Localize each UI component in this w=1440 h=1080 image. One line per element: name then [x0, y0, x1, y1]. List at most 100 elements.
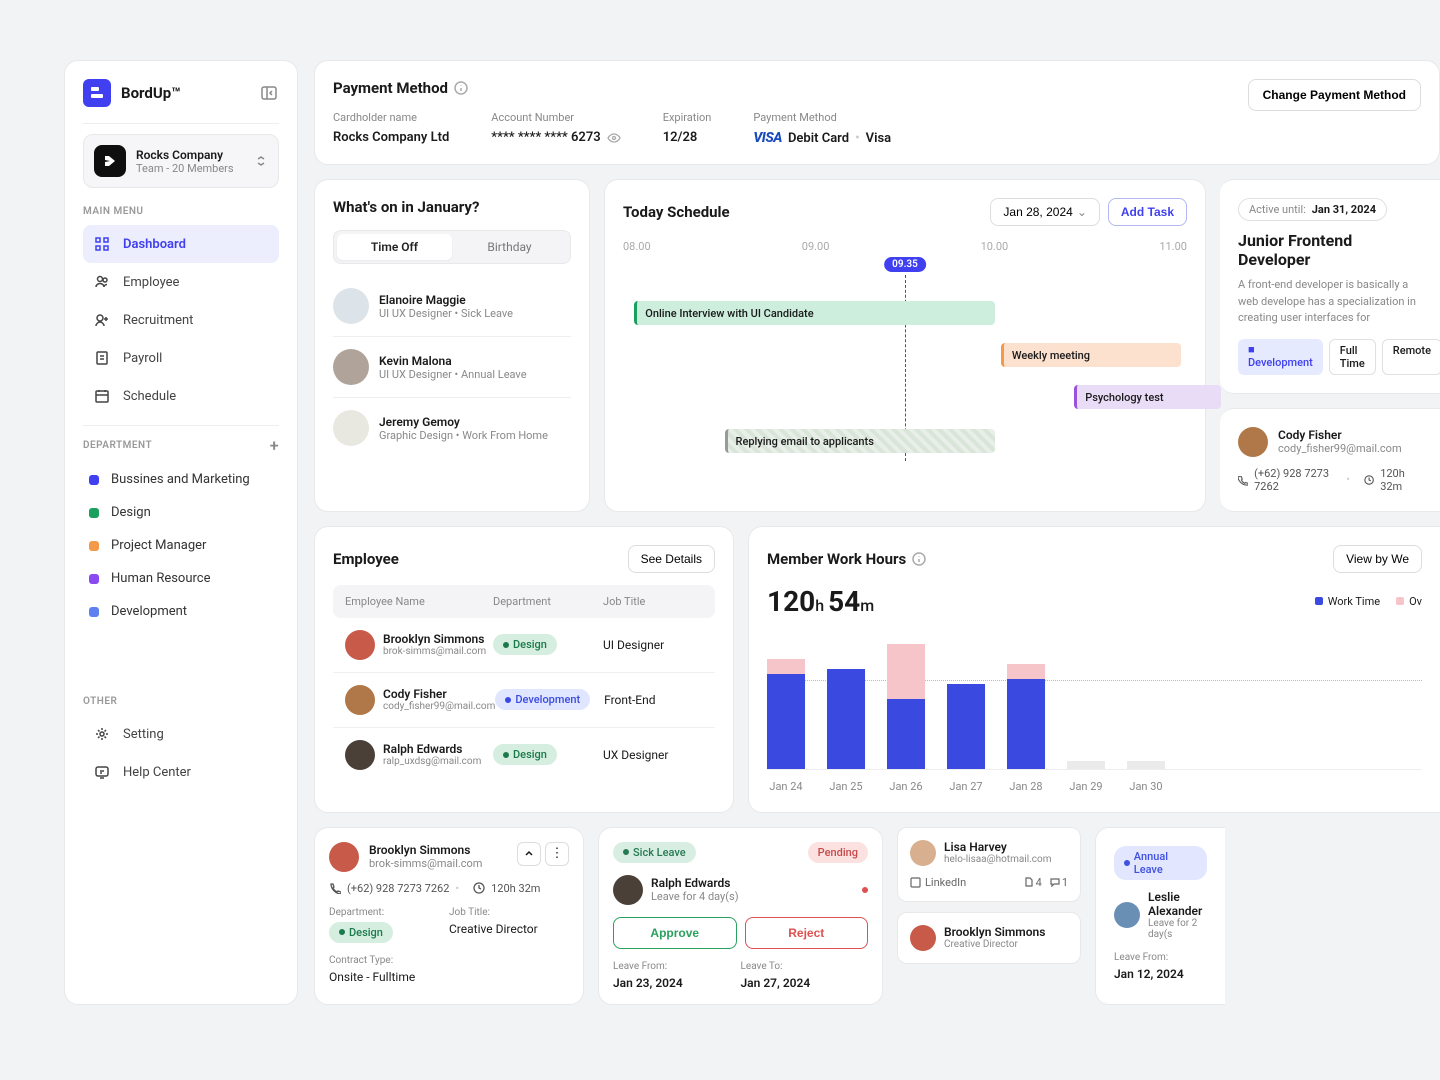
sidebar-collapse-icon[interactable]: [259, 83, 279, 103]
bar-work[interactable]: [887, 699, 925, 769]
bar-work[interactable]: [1007, 679, 1045, 769]
dept-dot: [89, 508, 99, 518]
more-button[interactable]: ⋮: [545, 842, 569, 866]
nav-schedule[interactable]: Schedule: [83, 377, 279, 415]
visa-icon: VISA: [753, 130, 782, 146]
active-until-pill: Active until:Jan 31, 2024: [1238, 198, 1387, 221]
legend-ot: Ov: [1409, 595, 1422, 608]
bar-overtime[interactable]: [767, 659, 805, 674]
schedule-title: Today Schedule: [623, 203, 730, 221]
sidebar: BordUp™ Rocks Company Team - 20 Members …: [64, 60, 298, 1005]
emp-name: Brooklyn Simmons: [383, 632, 486, 646]
job-title: UI Designer: [603, 638, 703, 652]
method-value: Debit Card: [788, 131, 849, 146]
chip-fulltime[interactable]: Full Time: [1329, 339, 1376, 375]
emp-email: brok-simms@mail.com: [383, 646, 486, 657]
person-row[interactable]: Elanoire MaggieUI UX Designer • Sick Lea…: [333, 276, 571, 337]
detail-email: brok-simms@mail.com: [369, 857, 482, 870]
bar-overtime[interactable]: [887, 644, 925, 699]
bar-label: Jan 30: [1129, 780, 1162, 793]
work-hours-card: Member Work Hours View by We 120h 54m Wo…: [748, 526, 1440, 813]
bar-work[interactable]: [827, 669, 865, 769]
dept-item[interactable]: Project Manager: [83, 529, 279, 562]
view-by-button[interactable]: View by We: [1333, 545, 1422, 573]
bar-empty: [1127, 761, 1165, 769]
chip-remote[interactable]: Remote: [1382, 339, 1440, 375]
see-details-button[interactable]: See Details: [628, 545, 715, 573]
legend-work: Work Time: [1328, 595, 1380, 608]
approve-button[interactable]: Approve: [613, 917, 737, 949]
person-sub: UI UX Designer • Sick Leave: [379, 307, 513, 320]
date-picker[interactable]: Jan 28, 2024⌄: [990, 198, 1099, 226]
company-members: Team - 20 Members: [136, 162, 244, 175]
gear-icon: [93, 725, 111, 743]
lisa-name: Lisa Harvey: [944, 840, 1052, 854]
nav-recruitment[interactable]: Recruitment: [83, 301, 279, 339]
brook-role: Creative Director: [944, 939, 1045, 950]
eye-icon[interactable]: [607, 131, 621, 145]
app-name: BordUp™: [121, 84, 181, 102]
avatar: [910, 925, 936, 951]
dept-item[interactable]: Development: [83, 595, 279, 628]
phone-icon: [329, 882, 341, 894]
method-network: Visa: [866, 131, 892, 146]
schedule-event[interactable]: Replying email to applicants: [725, 429, 996, 453]
leave-to-label: Leave To:: [741, 961, 869, 972]
collapse-button[interactable]: [517, 842, 541, 866]
person-sub: UI UX Designer • Annual Leave: [379, 368, 527, 381]
avatar: [329, 842, 359, 872]
bar-work[interactable]: [767, 674, 805, 769]
annual-from-label: Leave From:: [1114, 952, 1207, 963]
info-icon[interactable]: [912, 552, 926, 566]
bar-work[interactable]: [947, 684, 985, 769]
tab-time-off[interactable]: Time Off: [337, 234, 452, 260]
nav-payroll[interactable]: Payroll: [83, 339, 279, 377]
employee-row[interactable]: Cody Fishercody_fisher99@mail.com Develo…: [333, 673, 715, 728]
chip-development[interactable]: ■ Development: [1238, 339, 1323, 375]
nav-employee[interactable]: Employee: [83, 263, 279, 301]
reject-button[interactable]: Reject: [745, 917, 869, 949]
avatar: [333, 349, 369, 385]
avatar: [910, 840, 936, 866]
nav-setting[interactable]: Setting: [83, 715, 279, 753]
leave-status-pill: Pending: [808, 842, 868, 863]
tab-birthday[interactable]: Birthday: [452, 234, 567, 260]
contact-email: cody_fisher99@mail.com: [1278, 442, 1402, 455]
account-value: **** **** **** 6273: [491, 130, 600, 145]
dept-item[interactable]: Bussines and Marketing: [83, 463, 279, 496]
schedule-event[interactable]: Psychology test: [1074, 385, 1221, 409]
whats-on-title: What's on in January?: [333, 198, 571, 216]
nav-help[interactable]: Help Center: [83, 753, 279, 791]
avatar: [345, 685, 375, 715]
schedule-event[interactable]: Online Interview with UI Candidate: [634, 301, 995, 325]
person-name: Elanoire Maggie: [379, 293, 513, 307]
bar-label: Jan 29: [1069, 780, 1102, 793]
applicant-card: Lisa Harvey helo-lisaa@hotmail.com Linke…: [897, 827, 1081, 902]
dept-item[interactable]: Human Resource: [83, 562, 279, 595]
company-selector[interactable]: Rocks Company Team - 20 Members: [83, 134, 279, 188]
dept-label: Design: [111, 505, 151, 520]
dept-label: Development: [111, 604, 187, 619]
nav-dashboard[interactable]: Dashboard: [83, 225, 279, 263]
person-row[interactable]: Kevin MalonaUI UX Designer • Annual Leav…: [333, 337, 571, 398]
employee-row[interactable]: Ralph Edwardsralp_uxdsg@mail.com Design …: [333, 728, 715, 782]
emp-email: ralp_uxdsg@mail.com: [383, 756, 481, 767]
person-row[interactable]: Jeremy GemoyGraphic Design • Work From H…: [333, 398, 571, 458]
employee-row[interactable]: Brooklyn Simmonsbrok-simms@mail.com Desi…: [333, 618, 715, 673]
dept-pill: Design: [329, 922, 393, 943]
detail-hours: 120h 32m: [491, 882, 540, 895]
change-payment-button[interactable]: Change Payment Method: [1248, 79, 1421, 111]
bar-label: Jan 25: [829, 780, 862, 793]
dept-item[interactable]: Design: [83, 496, 279, 529]
schedule-event[interactable]: Weekly meeting: [1001, 343, 1181, 367]
add-department-icon[interactable]: +: [270, 436, 279, 455]
info-icon[interactable]: [454, 81, 468, 95]
bar-label: Jan 27: [949, 780, 982, 793]
bar-overtime[interactable]: [1007, 664, 1045, 679]
add-task-button[interactable]: Add Task: [1108, 198, 1187, 226]
main-menu-label: MAIN MENU: [83, 206, 279, 217]
leave-from-label: Leave From:: [613, 961, 741, 972]
company-logo: [94, 145, 126, 177]
nav-label: Setting: [123, 727, 164, 742]
col-dept: Department: [493, 595, 603, 608]
